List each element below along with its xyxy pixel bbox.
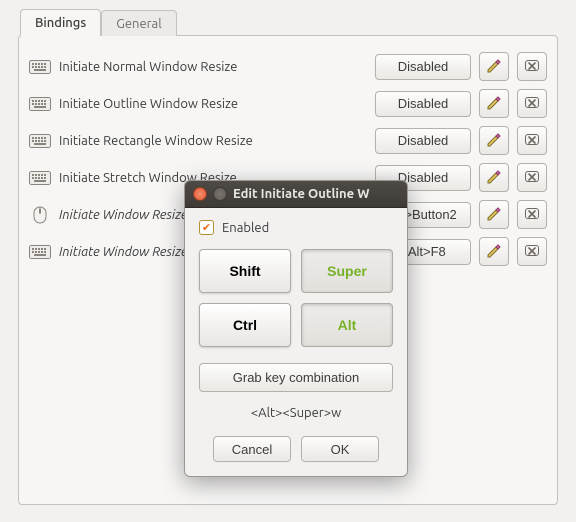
clear-binding-button[interactable] [517, 126, 547, 155]
grab-key-button[interactable]: Grab key combination [199, 363, 393, 392]
dialog-title: Edit Initiate Outline W [233, 187, 369, 201]
key-combination-display: <Alt><Super>w [199, 406, 393, 420]
tab-bar: Bindings General [0, 0, 576, 35]
keyboard-icon [29, 169, 51, 187]
clear-icon [524, 131, 540, 150]
edit-binding-button[interactable] [479, 89, 509, 118]
close-icon[interactable] [193, 187, 207, 201]
clear-icon [524, 242, 540, 261]
tab-bindings[interactable]: Bindings [20, 9, 101, 36]
binding-value-button[interactable]: Disabled [375, 91, 471, 117]
modifier-super-button[interactable]: Super [301, 249, 393, 293]
clear-icon [524, 57, 540, 76]
dialog-body: ✔ Enabled Shift Super Ctrl Alt Grab key … [185, 208, 407, 476]
binding-row: Initiate Outline Window Resize Disabled [29, 85, 547, 122]
clear-binding-button[interactable] [517, 200, 547, 229]
modifier-alt-button[interactable]: Alt [301, 303, 393, 347]
pencil-icon [486, 242, 502, 261]
edit-binding-button[interactable] [479, 163, 509, 192]
edit-binding-button[interactable] [479, 237, 509, 266]
clear-icon [524, 168, 540, 187]
pencil-icon [486, 168, 502, 187]
clear-binding-button[interactable] [517, 52, 547, 81]
keyboard-icon [29, 95, 51, 113]
mouse-icon [29, 206, 51, 224]
edit-binding-dialog: Edit Initiate Outline W ✔ Enabled Shift … [184, 180, 408, 477]
enabled-label: Enabled [222, 221, 269, 235]
clear-binding-button[interactable] [517, 163, 547, 192]
pencil-icon [486, 94, 502, 113]
binding-row: Initiate Rectangle Window Resize Disabled [29, 122, 547, 159]
clear-icon [524, 94, 540, 113]
keyboard-icon [29, 132, 51, 150]
clear-binding-button[interactable] [517, 89, 547, 118]
binding-label: Initiate Outline Window Resize [59, 97, 367, 111]
keyboard-icon [29, 58, 51, 76]
edit-binding-button[interactable] [479, 200, 509, 229]
pencil-icon [486, 57, 502, 76]
keyboard-icon [29, 243, 51, 261]
tab-general[interactable]: General [101, 10, 176, 36]
binding-label: Initiate Rectangle Window Resize [59, 134, 367, 148]
binding-label: Initiate Normal Window Resize [59, 60, 367, 74]
clear-icon [524, 205, 540, 224]
edit-binding-button[interactable] [479, 52, 509, 81]
binding-value-button[interactable]: Disabled [375, 54, 471, 80]
modifier-shift-button[interactable]: Shift [199, 249, 291, 293]
enabled-checkbox[interactable]: ✔ [199, 220, 214, 235]
binding-row: Initiate Normal Window Resize Disabled [29, 48, 547, 85]
minimize-icon[interactable] [213, 187, 227, 201]
edit-binding-button[interactable] [479, 126, 509, 155]
ok-button[interactable]: OK [301, 436, 379, 462]
modifier-ctrl-button[interactable]: Ctrl [199, 303, 291, 347]
pencil-icon [486, 205, 502, 224]
dialog-titlebar: Edit Initiate Outline W [185, 181, 407, 208]
binding-value-button[interactable]: Disabled [375, 128, 471, 154]
pencil-icon [486, 131, 502, 150]
cancel-button[interactable]: Cancel [213, 436, 291, 462]
clear-binding-button[interactable] [517, 237, 547, 266]
